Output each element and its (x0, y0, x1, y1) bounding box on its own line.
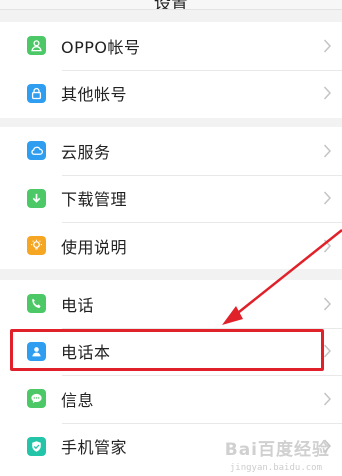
settings-item-label: 电话 (61, 295, 95, 315)
settings-item-label: 使用说明 (61, 237, 128, 257)
settings-item-label: 手机管家 (61, 438, 128, 458)
cloud-icon (27, 141, 46, 161)
settings-item-cloud-service[interactable]: 云服务 (0, 127, 342, 175)
settings-item-label: 其他帐号 (61, 85, 128, 105)
chevron-right-icon (323, 344, 332, 358)
shield-check-icon (27, 436, 46, 456)
watermark-logo: Bai百度经验 (224, 440, 330, 460)
chevron-right-icon (323, 39, 332, 53)
settings-item-phone[interactable]: 电话 (0, 280, 342, 328)
account-person-icon (27, 36, 46, 56)
settings-item-messages[interactable]: 信息 (0, 375, 342, 423)
top-bar: 设置 (0, 0, 342, 10)
lock-icon (27, 83, 46, 103)
chevron-right-icon (323, 191, 332, 205)
settings-group-accounts: OPPO帐号 其他帐号 (0, 22, 342, 118)
settings-item-user-guide[interactable]: 使用说明 (0, 222, 342, 270)
chevron-right-icon (323, 297, 332, 311)
settings-item-contacts[interactable]: 电话本 (0, 327, 342, 376)
settings-item-label: 下载管理 (61, 190, 128, 210)
chevron-right-icon (323, 86, 332, 100)
settings-item-label: OPPO帐号 (61, 37, 141, 57)
settings-item-download-manager[interactable]: 下载管理 (0, 174, 342, 223)
lightbulb-icon (27, 236, 46, 256)
divider (0, 9, 342, 10)
settings-item-label: 信息 (61, 390, 95, 410)
chevron-right-icon (323, 392, 332, 406)
download-icon (27, 188, 46, 208)
contacts-icon (27, 341, 46, 361)
chevron-right-icon (323, 239, 332, 253)
settings-item-label: 云服务 (61, 142, 111, 162)
chevron-right-icon (323, 144, 332, 158)
settings-item-other-accounts[interactable]: 其他帐号 (0, 69, 342, 118)
message-icon (27, 389, 46, 409)
settings-group-services: 云服务 下载管理 使用说明 (0, 127, 342, 269)
phone-icon (27, 294, 46, 314)
settings-item-label: 电话本 (61, 343, 111, 363)
watermark-url: jingyan.baidu.com (229, 463, 322, 473)
settings-item-oppo-account[interactable]: OPPO帐号 (0, 22, 342, 70)
